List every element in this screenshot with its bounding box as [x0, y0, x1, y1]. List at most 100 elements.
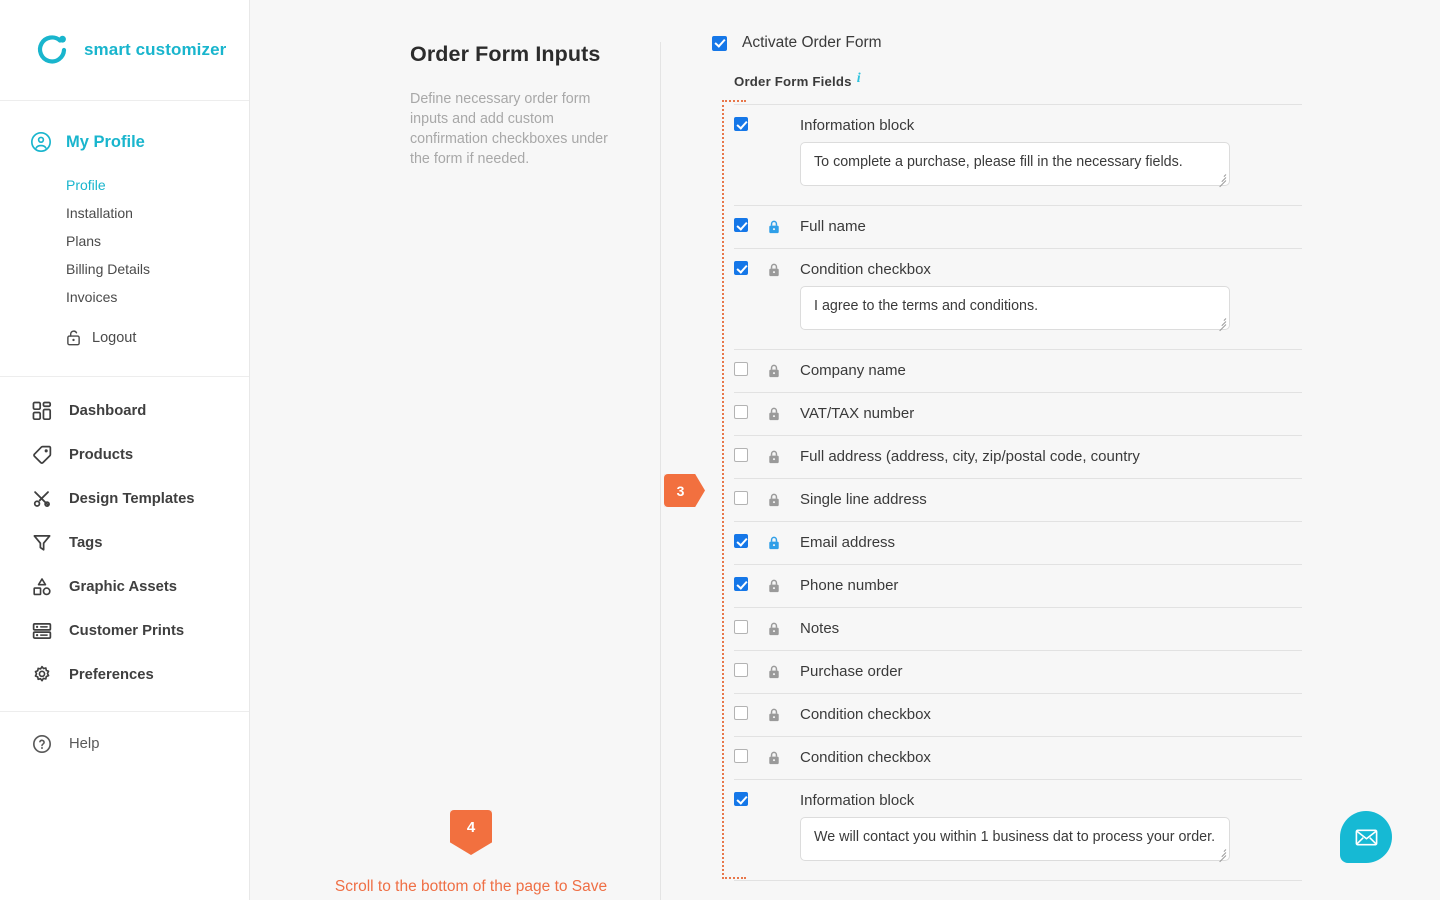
dashboard-grid-icon [32, 401, 52, 421]
form-field-row: Condition checkbox [734, 693, 1302, 736]
scissors-icon [32, 489, 52, 509]
field-text-input[interactable] [800, 817, 1230, 861]
field-label: Condition checkbox [800, 706, 931, 723]
save-hint: 4 Scroll to the bottom of the page to Sa… [331, 810, 611, 896]
user-circle-icon [30, 131, 52, 153]
lock-icon [767, 493, 781, 512]
field-lock-cell [767, 780, 800, 793]
field-body-cell: Information block [800, 780, 1302, 880]
sidebar-item-help[interactable]: Help [0, 712, 249, 766]
field-enable-checkbox[interactable] [734, 491, 748, 505]
chat-widget-button[interactable] [1340, 811, 1392, 863]
field-checkbox-cell [734, 249, 767, 275]
field-enable-checkbox[interactable] [734, 218, 748, 232]
sidebar-graphic-assets-label: Graphic Assets [69, 579, 178, 595]
field-label: Information block [800, 792, 915, 809]
field-enable-checkbox[interactable] [734, 663, 748, 677]
sidebar-item-my-profile[interactable]: My Profile [0, 101, 249, 153]
field-enable-checkbox[interactable] [734, 534, 748, 548]
save-hint-text: Scroll to the bottom of the page to Save [334, 878, 608, 895]
field-enable-checkbox[interactable] [734, 792, 748, 806]
funnel-icon [32, 533, 52, 553]
envelope-icon [1354, 825, 1379, 850]
sidebar-item-customer-prints[interactable]: Customer Prints [0, 609, 249, 653]
sidebar-item-billing-details[interactable]: Billing Details [0, 255, 249, 283]
lock-icon [767, 751, 781, 770]
sidebar-item-design-templates[interactable]: Design Templates [0, 477, 249, 521]
field-lock-cell [767, 105, 800, 118]
lock-icon [767, 364, 781, 383]
question-circle-icon [32, 734, 52, 754]
shapes-icon [32, 577, 52, 597]
sidebar-item-preferences[interactable]: Preferences [0, 653, 249, 697]
field-label: Purchase order [800, 663, 903, 680]
field-text-wrapper [800, 142, 1230, 200]
sidebar-dashboard-label: Dashboard [69, 403, 147, 419]
lock-icon [767, 536, 781, 555]
field-checkbox-cell [734, 350, 767, 376]
field-enable-checkbox[interactable] [734, 577, 748, 591]
lock-icon [767, 708, 781, 727]
lock-icon [767, 450, 781, 469]
tag-icon [32, 445, 52, 465]
field-enable-checkbox[interactable] [734, 749, 748, 763]
field-enable-checkbox[interactable] [734, 261, 748, 275]
sidebar-item-installation[interactable]: Installation [0, 199, 249, 227]
field-label: Full address (address, city, zip/postal … [800, 448, 1140, 465]
field-body-cell: Purchase order [800, 651, 1302, 693]
sidebar-item-invoices[interactable]: Invoices [0, 283, 249, 311]
field-enable-checkbox[interactable] [734, 117, 748, 131]
info-icon[interactable]: i [857, 72, 861, 86]
field-lock-cell [767, 651, 800, 685]
field-body-cell: Condition checkbox [800, 737, 1302, 779]
field-lock-cell [767, 393, 800, 427]
field-body-cell: Full address (address, city, zip/postal … [800, 436, 1302, 478]
field-text-wrapper [800, 817, 1230, 875]
lock-icon [767, 622, 781, 641]
lock-icon [767, 665, 781, 684]
lock-icon [767, 579, 781, 598]
field-body-cell: Single line address [800, 479, 1302, 521]
field-enable-checkbox[interactable] [734, 405, 748, 419]
sidebar-item-tags[interactable]: Tags [0, 521, 249, 565]
field-checkbox-cell [734, 206, 767, 232]
field-enable-checkbox[interactable] [734, 620, 748, 634]
order-form-fields-header: Order Form Fields i [712, 72, 1312, 90]
layers-icon [32, 621, 52, 641]
field-checkbox-cell [734, 694, 767, 720]
field-checkbox-cell [734, 393, 767, 419]
sidebar-item-products[interactable]: Products [0, 433, 249, 477]
form-field-row: Phone number [734, 564, 1302, 607]
sidebar-item-plans[interactable]: Plans [0, 227, 249, 255]
sidebar-customer-prints-label: Customer Prints [69, 623, 185, 639]
order-form-fields-list: Information block Full name Condition chec… [734, 104, 1302, 881]
activate-order-form-checkbox[interactable] [712, 35, 727, 51]
profile-subnav: Profile Installation Plans Billing Detai… [0, 153, 249, 346]
sidebar-item-profile[interactable]: Profile [0, 171, 249, 199]
field-body-cell: VAT/TAX number [800, 393, 1302, 435]
field-text-input[interactable] [800, 142, 1230, 186]
field-lock-cell [767, 694, 800, 728]
field-label: Notes [800, 620, 840, 637]
field-enable-checkbox[interactable] [734, 448, 748, 462]
activate-order-form-row[interactable]: Activate Order Form [712, 0, 1312, 52]
field-enable-checkbox[interactable] [734, 706, 748, 720]
field-body-cell: Notes [800, 608, 1302, 650]
field-body-cell: Information block [800, 105, 1302, 205]
sidebar-item-graphic-assets[interactable]: Graphic Assets [0, 565, 249, 609]
field-enable-checkbox[interactable] [734, 362, 748, 376]
field-body-cell: Email address [800, 522, 1302, 564]
field-checkbox-cell [734, 105, 767, 131]
field-lock-cell [767, 522, 800, 556]
sidebar-item-dashboard[interactable]: Dashboard [0, 389, 249, 433]
field-text-input[interactable] [800, 286, 1230, 330]
field-label: Company name [800, 362, 906, 379]
sidebar-main-nav: Dashboard Products Design Templates Tags… [0, 377, 249, 766]
gear-icon [32, 665, 52, 685]
brand-header[interactable]: smart customizer [0, 0, 249, 101]
form-field-row: Condition checkbox [734, 736, 1302, 779]
activate-order-form-label: Activate Order Form [742, 34, 882, 51]
field-body-cell: Condition checkbox [800, 694, 1302, 736]
sidebar-item-logout[interactable]: Logout [0, 311, 249, 346]
form-field-row: Information block [734, 779, 1302, 881]
